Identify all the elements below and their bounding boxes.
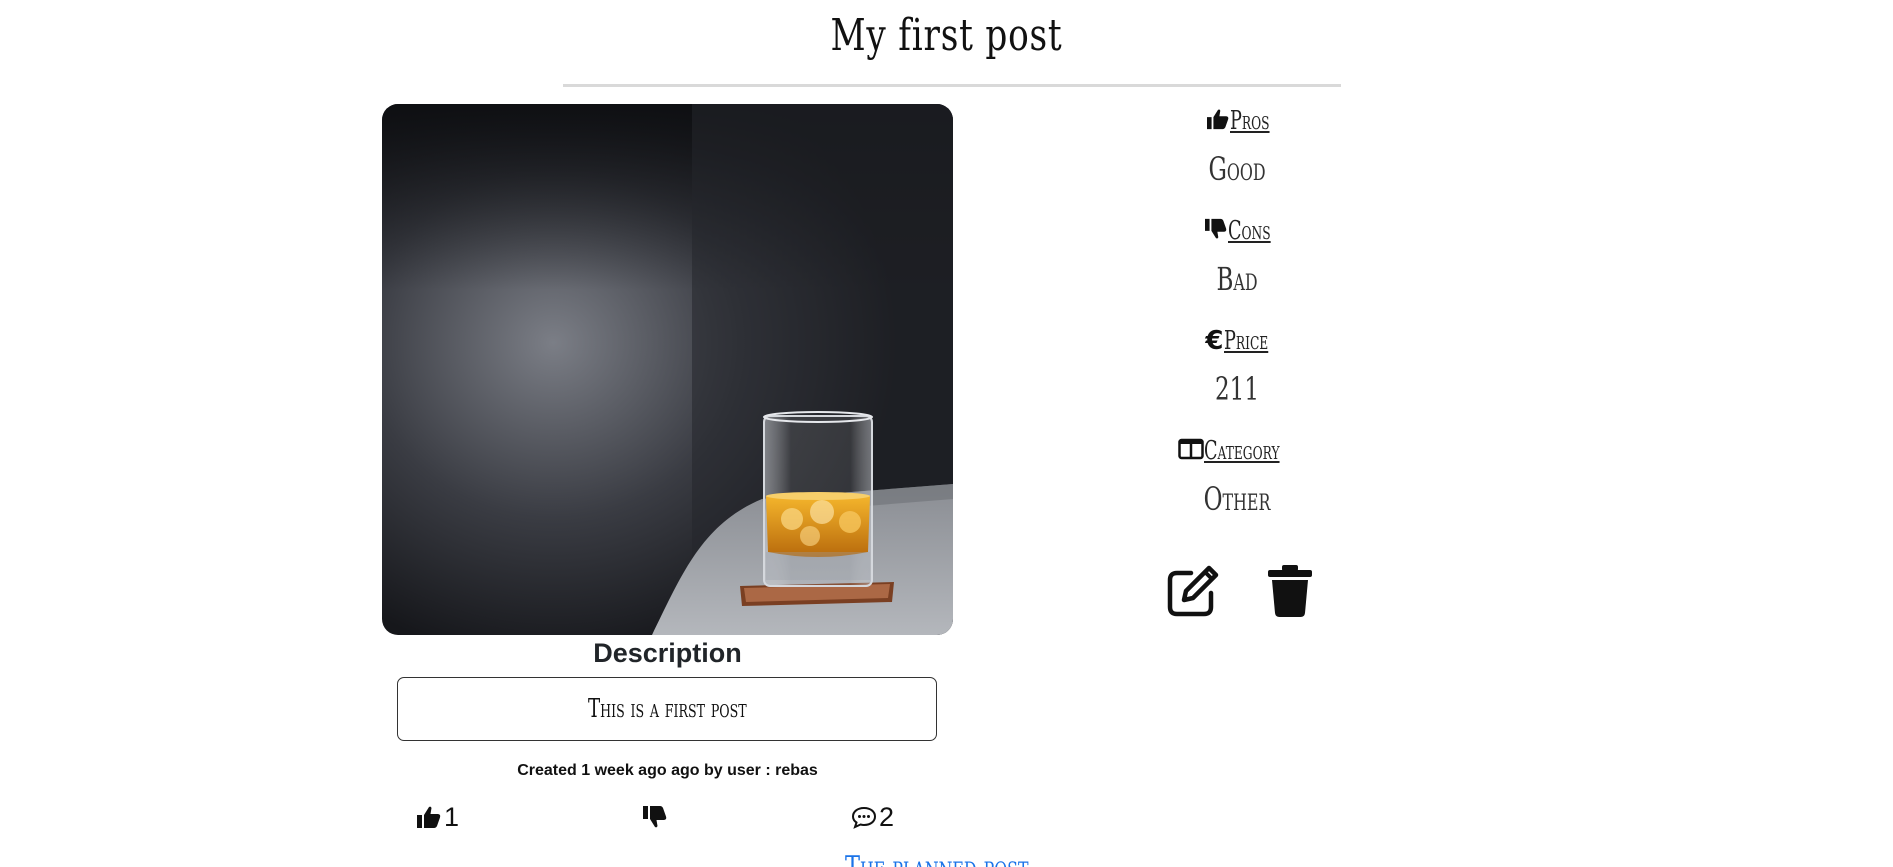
layout-columns-icon bbox=[1178, 438, 1205, 465]
price-value: 211 bbox=[1215, 370, 1259, 408]
dislike-button[interactable] bbox=[642, 800, 670, 834]
delete-post-button[interactable] bbox=[1262, 563, 1318, 619]
pros-value: Good bbox=[1208, 150, 1266, 188]
title-divider bbox=[563, 84, 1341, 87]
description-text: This is a first post bbox=[587, 694, 747, 724]
category-label: Category bbox=[1204, 436, 1280, 466]
description-box: This is a first post bbox=[397, 677, 937, 741]
price-label: Price bbox=[1223, 326, 1268, 356]
cons-label: Cons bbox=[1227, 216, 1271, 246]
pros-label: Pros bbox=[1229, 106, 1270, 136]
chat-bubble-icon bbox=[851, 805, 877, 829]
cons-value: Bad bbox=[1216, 260, 1258, 298]
like-button[interactable]: 1 bbox=[416, 800, 459, 834]
thumbs-down-icon bbox=[642, 805, 668, 829]
post-meta: Created 1 week ago ago by user : rebas bbox=[517, 762, 818, 779]
page-title: My first post bbox=[830, 10, 1063, 61]
trash-icon bbox=[1262, 565, 1318, 623]
pros-label-row: Pros bbox=[1137, 104, 1337, 138]
thumbs-up-icon bbox=[416, 805, 442, 829]
thumbs-down-icon bbox=[1204, 218, 1228, 245]
price-label-row: € Price bbox=[1137, 324, 1337, 358]
thumbs-up-icon bbox=[1206, 108, 1230, 135]
edit-post-button[interactable] bbox=[1165, 563, 1221, 619]
post-image bbox=[382, 104, 953, 635]
category-label-row: Category bbox=[1137, 434, 1337, 468]
post-page: My first post Description This is a firs… bbox=[0, 0, 1893, 867]
euro-icon: € bbox=[1205, 326, 1224, 356]
like-count: 1 bbox=[444, 801, 460, 832]
comment-count: 2 bbox=[879, 801, 895, 832]
description-heading: Description bbox=[593, 638, 742, 668]
cons-label-row: Cons bbox=[1137, 214, 1337, 248]
category-value: Other bbox=[1203, 480, 1271, 518]
comments-button[interactable]: 2 bbox=[851, 800, 894, 834]
next-post-link[interactable]: The planned post bbox=[845, 850, 1028, 867]
pencil-square-icon bbox=[1165, 565, 1221, 623]
